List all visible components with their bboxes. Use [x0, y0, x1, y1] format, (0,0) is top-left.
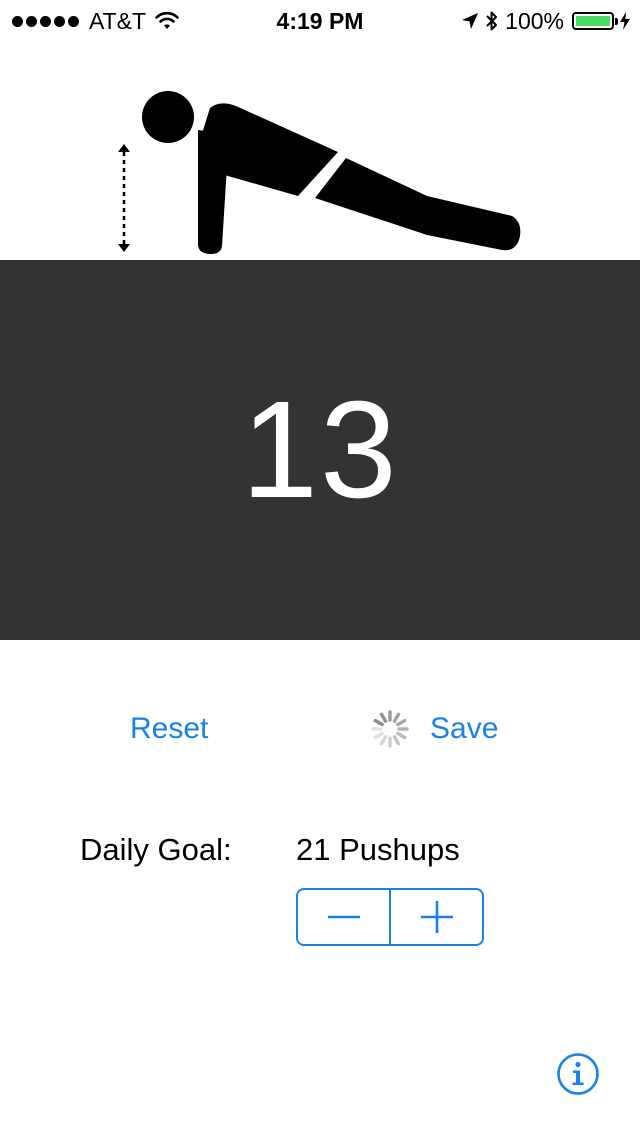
status-bar: AT&T 4:19 PM 100% [0, 0, 640, 40]
info-button[interactable] [556, 1052, 600, 1096]
save-button[interactable]: Save [430, 711, 498, 747]
charging-bolt-icon [620, 12, 630, 30]
bluetooth-icon [486, 11, 498, 31]
battery-icon [572, 12, 618, 30]
reset-button[interactable]: Reset [130, 711, 208, 747]
pushup-illustration [0, 40, 640, 260]
daily-goal-stepper [296, 888, 484, 946]
pushup-count: 13 [241, 373, 399, 527]
plus-icon [420, 901, 453, 933]
pushup-counter-panel[interactable]: 13 [0, 260, 640, 640]
pushup-counter-screen: AT&T 4:19 PM 100% 13 Reset Save Daily Go… [0, 0, 640, 1136]
location-arrow-icon [462, 13, 479, 29]
daily-goal-value: 21 Pushups [296, 832, 460, 867]
vertical-range-arrow-icon [118, 144, 130, 252]
battery-level-fill [576, 16, 610, 26]
increment-button[interactable] [391, 890, 482, 944]
activity-spinner-icon [371, 710, 409, 748]
info-icon [557, 1053, 599, 1095]
battery-percent: 100% [505, 7, 564, 34]
daily-goal-label: Daily Goal: [80, 832, 232, 867]
decrement-button[interactable] [298, 890, 389, 944]
pushup-figure-icon [142, 91, 521, 254]
status-right: 100% [455, 7, 630, 35]
minus-icon [327, 915, 360, 919]
